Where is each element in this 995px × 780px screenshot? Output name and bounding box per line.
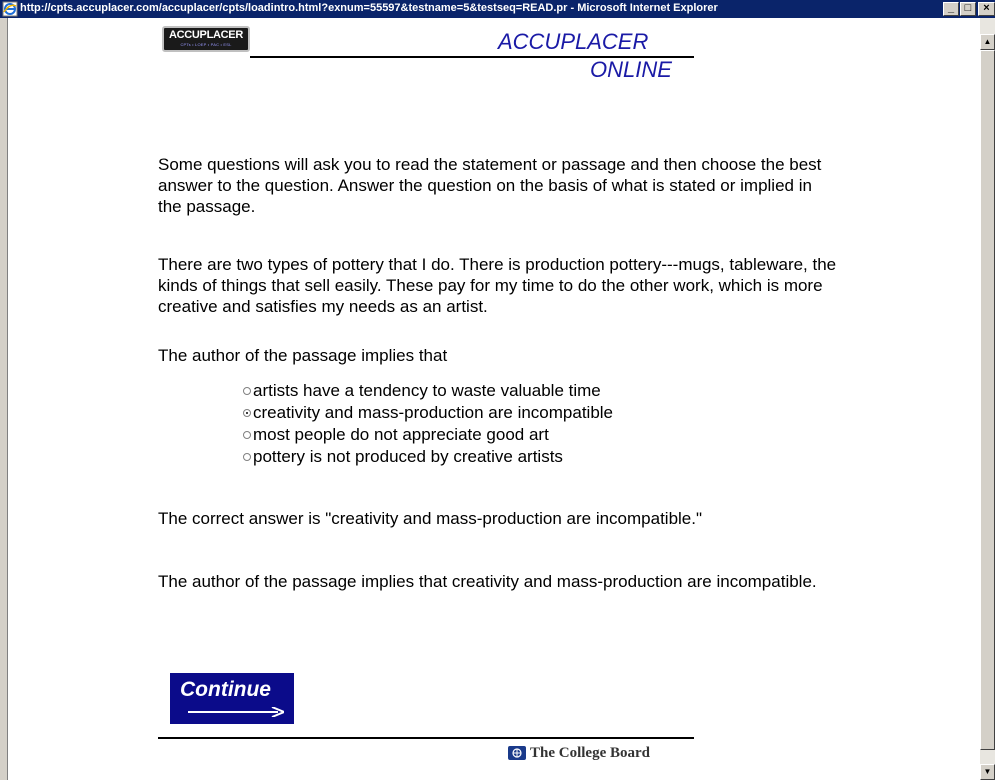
question-text: The author of the passage implies that <box>158 346 448 365</box>
title-bar[interactable]: http://cpts.accuplacer.com/accuplacer/cp… <box>0 0 995 18</box>
brand-title-line2: ONLINE <box>590 57 672 82</box>
college-board-icon <box>508 746 526 760</box>
scroll-up-button[interactable]: ▲ <box>980 34 995 50</box>
answer-option[interactable]: creativity and mass-production are incom… <box>243 402 703 424</box>
continue-button-label: Continue <box>180 678 271 701</box>
brand-title-line1: ACCUPLACER <box>498 29 649 54</box>
footer-divider <box>158 737 694 739</box>
answer-option[interactable]: artists have a tendency to waste valuabl… <box>243 380 703 402</box>
logo-text: ACCUPLACER <box>168 29 243 41</box>
browser-window: http://cpts.accuplacer.com/accuplacer/cp… <box>0 0 995 780</box>
radio-button[interactable] <box>243 453 251 461</box>
arrow-right-icon <box>188 707 284 717</box>
answer-option-label: artists have a tendency to waste valuabl… <box>253 381 601 400</box>
scrollbar-thumb[interactable] <box>980 50 995 750</box>
continue-button[interactable]: Continue <box>169 672 295 725</box>
maximize-button[interactable]: □ <box>960 2 976 16</box>
close-button[interactable]: × <box>978 2 995 16</box>
vertical-scrollbar[interactable]: ▲ ▼ <box>980 18 995 780</box>
window-left-border <box>0 18 8 780</box>
instructions-text: Some questions will ask you to read the … <box>158 155 822 216</box>
correct-answer-text: The correct answer is "creativity and ma… <box>158 509 703 528</box>
scroll-down-button[interactable]: ▼ <box>980 764 995 780</box>
answer-options: artists have a tendency to waste valuabl… <box>243 380 703 468</box>
answer-option[interactable]: most people do not appreciate good art <box>243 424 703 446</box>
minimize-button[interactable]: _ <box>943 2 959 16</box>
radio-button-selected[interactable] <box>243 409 251 417</box>
radio-button[interactable] <box>243 387 251 395</box>
radio-button[interactable] <box>243 431 251 439</box>
answer-option[interactable]: pottery is not produced by creative arti… <box>243 446 703 468</box>
accuplacer-logo: ACCUPLACER CPTs • LOEP • PAC • ESL <box>162 26 250 52</box>
passage-text: There are two types of pottery that I do… <box>158 255 837 316</box>
answer-option-label: most people do not appreciate good art <box>253 425 549 444</box>
answer-option-label: creativity and mass-production are incom… <box>253 403 614 422</box>
window-title: http://cpts.accuplacer.com/accuplacer/cp… <box>20 2 718 14</box>
college-board-name: The College Board <box>530 744 650 761</box>
answer-option-label: pottery is not produced by creative arti… <box>253 447 563 466</box>
ie-icon <box>2 1 18 17</box>
explanation-text: The author of the passage implies that c… <box>158 572 817 591</box>
logo-subtext: CPTs • LOEP • PAC • ESL <box>180 42 232 47</box>
college-board-logo: The College Board <box>508 744 650 762</box>
